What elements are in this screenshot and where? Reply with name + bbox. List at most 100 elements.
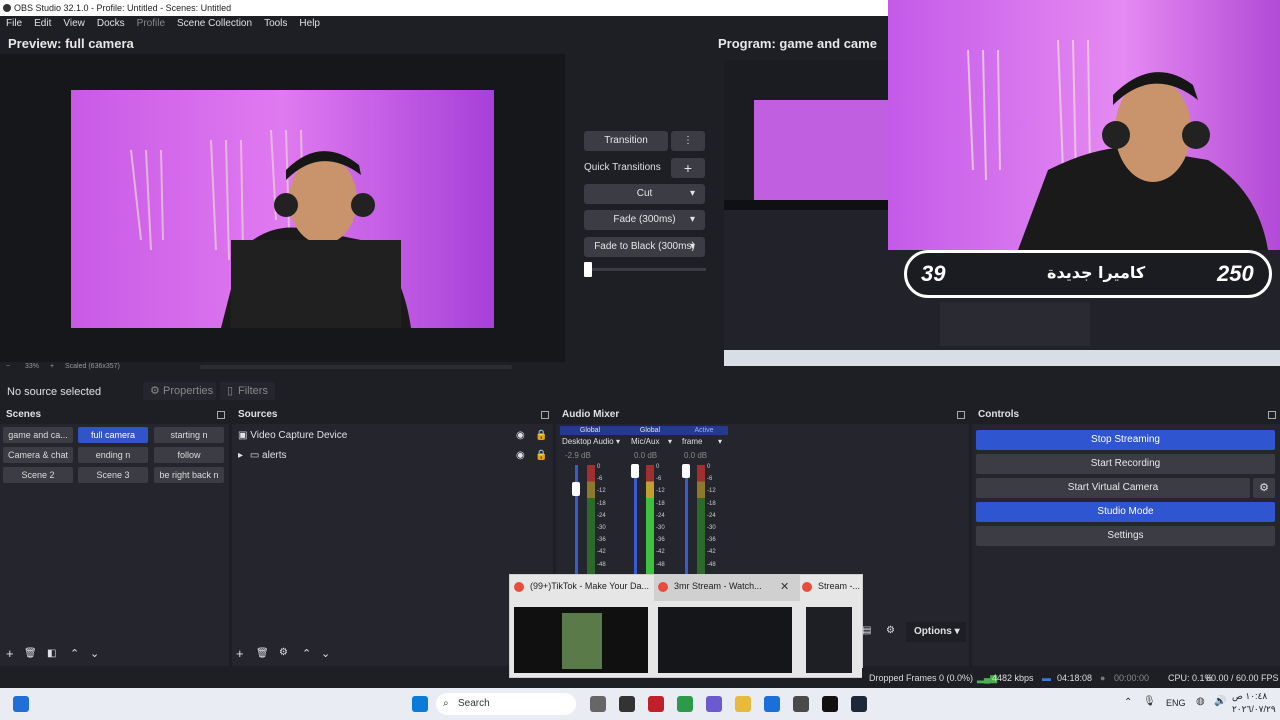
start-virtual-camera-button[interactable]: Start Virtual Camera	[976, 478, 1250, 498]
channel-volume: 0.0 dB	[684, 451, 708, 460]
scene-item[interactable]: Scene 3	[78, 467, 148, 483]
menu-help[interactable]: Help	[293, 16, 326, 29]
app-icon[interactable]	[793, 696, 809, 712]
undock-icon[interactable]	[217, 411, 225, 419]
start-recording-button[interactable]: Start Recording	[976, 454, 1275, 474]
source-item[interactable]: ▸ ▭ alerts ◉ 🔒	[238, 447, 548, 465]
quick-transition-fade[interactable]: Fade (300ms) ▾	[584, 210, 705, 230]
add-source-button[interactable]: +	[236, 646, 244, 661]
menu-tools[interactable]: Tools	[258, 16, 293, 29]
scene-item[interactable]: be right back n	[154, 467, 224, 483]
channel-name: Desktop Audio	[562, 437, 614, 446]
meter-tick-label: -24	[707, 512, 716, 519]
network-icon[interactable]: ◍	[1196, 696, 1205, 707]
thumb-preview-tiktok[interactable]	[514, 607, 648, 673]
move-scene-up-button[interactable]: ⌃	[70, 647, 79, 660]
add-scene-button[interactable]: +	[6, 646, 14, 661]
start-icon[interactable]	[412, 696, 428, 712]
clock-date[interactable]: ٢٠٢٦/٠٧/٢٩	[1232, 704, 1276, 715]
lock-icon[interactable]: 🔒	[535, 427, 547, 445]
zoom-out-button[interactable]: −	[6, 363, 10, 370]
properties-button[interactable]: ⚙ Properties	[143, 382, 216, 400]
add-quick-transition-button[interactable]: +	[671, 158, 705, 178]
clock-time[interactable]: ١٠:٤٨ ص	[1232, 691, 1267, 702]
scale-dropdown[interactable]: Scaled (636x357)	[65, 363, 120, 370]
undock-icon[interactable]	[957, 411, 965, 419]
scene-item[interactable]: starting n	[154, 427, 224, 443]
advanced-audio-icon[interactable]: ⚙	[886, 625, 895, 636]
mixer-layout-icon[interactable]: ▤	[862, 625, 871, 636]
menu-docks[interactable]: Docks	[91, 16, 131, 29]
capcut-icon[interactable]	[822, 696, 838, 712]
chrome-icon[interactable]	[677, 696, 693, 712]
steam-icon[interactable]	[851, 696, 867, 712]
thumb-preview-stream-2[interactable]	[806, 607, 852, 673]
scene-item[interactable]: Scene 2	[3, 467, 73, 483]
controls-header: Controls	[972, 408, 1280, 424]
defender-icon[interactable]	[764, 696, 780, 712]
volume-slider[interactable]	[634, 465, 637, 575]
volume-slider[interactable]	[685, 465, 688, 575]
eye-icon[interactable]: ◉	[516, 427, 525, 445]
zoom-in-button[interactable]: +	[50, 363, 54, 370]
close-icon[interactable]: ✕	[780, 580, 789, 593]
settings-button[interactable]: Settings	[976, 526, 1275, 546]
transition-button[interactable]: Transition	[584, 131, 668, 151]
menu-scene-collection[interactable]: Scene Collection	[171, 16, 258, 29]
taskbar-search[interactable]: ⌕ Search	[436, 693, 576, 715]
menu-profile[interactable]: Profile	[131, 16, 171, 29]
move-source-up-button[interactable]: ⌃	[302, 647, 311, 660]
obs-icon[interactable]	[619, 696, 635, 712]
task-view-icon[interactable]	[590, 696, 606, 712]
preview-scrollbar[interactable]	[200, 365, 512, 369]
undock-icon[interactable]	[1268, 411, 1276, 419]
discord-icon[interactable]	[706, 696, 722, 712]
volume-icon[interactable]: 🔊	[1214, 696, 1226, 707]
file-explorer-icon[interactable]	[735, 696, 751, 712]
options-dropdown[interactable]: Options ▾	[906, 622, 966, 642]
move-source-down-button[interactable]: ⌄	[321, 647, 330, 660]
acrobat-icon[interactable]	[648, 696, 664, 712]
scene-item[interactable]: Camera & chat	[3, 447, 73, 463]
virtual-camera-settings-gear-icon[interactable]: ⚙	[1253, 478, 1275, 498]
move-scene-down-button[interactable]: ⌄	[90, 647, 99, 660]
channel-menu-icon[interactable]: ▾	[718, 437, 722, 446]
volume-handle[interactable]	[631, 464, 639, 478]
thumb-preview-stream[interactable]	[658, 607, 792, 673]
stop-streaming-button[interactable]: Stop Streaming	[976, 430, 1275, 450]
remove-scene-button[interactable]: 🗑	[24, 648, 37, 659]
quick-transition-cut[interactable]: Cut ▾	[584, 184, 705, 204]
lock-icon[interactable]: 🔒	[535, 447, 547, 465]
scene-item[interactable]: follow	[154, 447, 224, 463]
volume-handle[interactable]	[682, 464, 690, 478]
expand-arrow-icon[interactable]: ▸	[238, 450, 243, 461]
menu-file[interactable]: File	[0, 16, 28, 29]
meter-tick-label: -18	[656, 500, 665, 507]
remove-source-button[interactable]: 🗑	[256, 648, 269, 659]
quick-transition-fade-black[interactable]: Fade to Black (300ms) ▾	[584, 237, 705, 257]
scene-item[interactable]: game and ca...	[3, 427, 73, 443]
meter-tick-label: -48	[656, 561, 665, 568]
channel-tag: Active	[680, 426, 728, 435]
menu-view[interactable]: View	[57, 16, 91, 29]
scene-item[interactable]: full camera	[78, 427, 148, 443]
scene-item[interactable]: ending n	[78, 447, 148, 463]
tbar-track[interactable]	[586, 268, 706, 271]
scene-filters-button[interactable]: ◧	[47, 648, 56, 659]
tbar-handle[interactable]	[584, 262, 592, 277]
channel-menu-icon[interactable]: ▾	[668, 437, 672, 446]
language-indicator[interactable]: ENG	[1166, 698, 1186, 708]
transition-menu-button[interactable]: ⋮	[671, 131, 705, 151]
menu-edit[interactable]: Edit	[28, 16, 57, 29]
tray-overflow-icon[interactable]: ⌃	[1124, 697, 1132, 708]
widgets-icon[interactable]	[13, 696, 29, 712]
volume-handle[interactable]	[572, 482, 580, 496]
eye-icon[interactable]: ◉	[516, 447, 525, 465]
source-properties-button[interactable]: ⚙	[279, 647, 288, 658]
studio-mode-button[interactable]: Studio Mode	[976, 502, 1275, 522]
source-item[interactable]: ▣ Video Capture Device ◉ 🔒	[238, 427, 548, 445]
filters-button[interactable]: ▯ Filters	[220, 382, 275, 400]
undock-icon[interactable]	[541, 411, 549, 419]
channel-menu-icon[interactable]: ▾	[616, 437, 620, 446]
microphone-icon[interactable]: 🎙	[1143, 696, 1156, 707]
